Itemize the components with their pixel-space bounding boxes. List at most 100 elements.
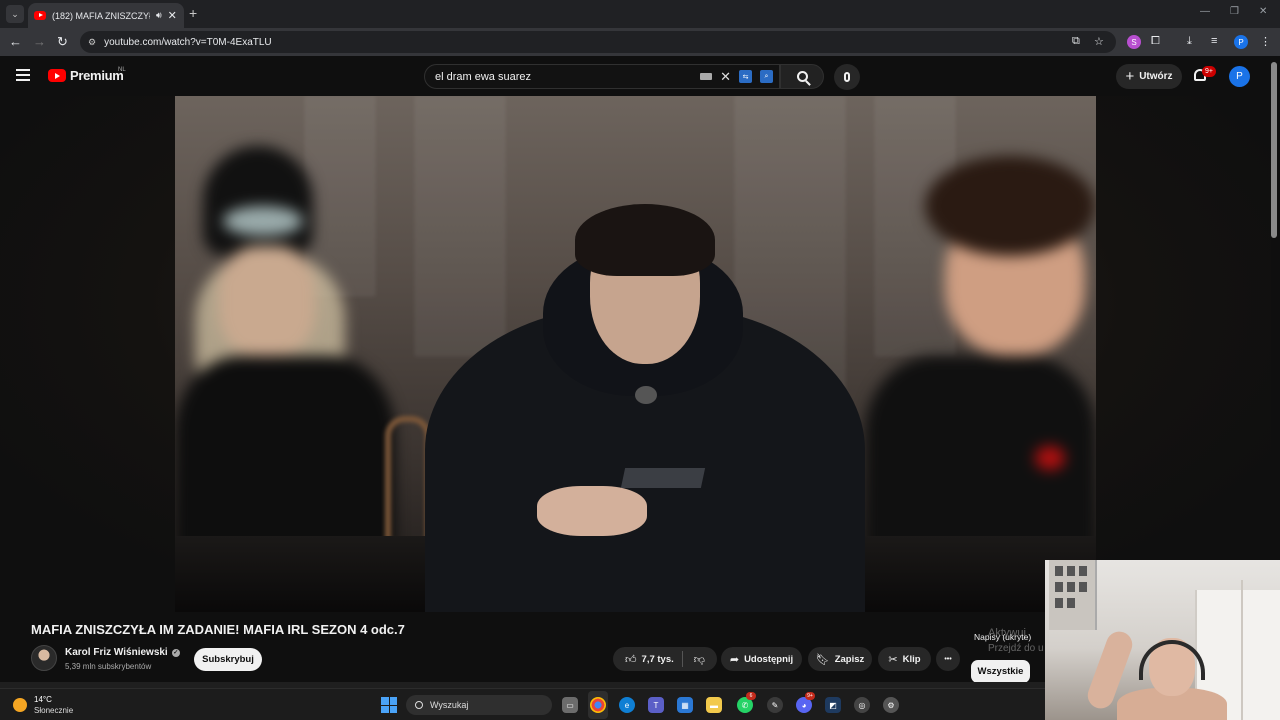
- site-settings-icon[interactable]: ⚙︎: [88, 37, 96, 48]
- center-person: [425, 156, 865, 612]
- forward-icon[interactable]: →: [33, 34, 46, 49]
- speaker-icon[interactable]: 🔊︎: [156, 10, 162, 21]
- clear-search-icon[interactable]: ✕: [720, 69, 731, 85]
- settings-gear-icon[interactable]: ⚙: [883, 697, 899, 713]
- task-view-icon[interactable]: ▭: [562, 697, 578, 713]
- microphone-icon: [844, 72, 850, 82]
- save-button[interactable]: 🔖︎ Zapisz: [808, 647, 872, 671]
- notifications-badge: 9+: [1202, 66, 1216, 77]
- youtube-play-icon: [48, 69, 66, 82]
- account-avatar[interactable]: P: [1229, 66, 1250, 87]
- like-button[interactable]: 👍︎ 7,7 tys.: [625, 651, 683, 667]
- webcam-overlay: [1045, 560, 1280, 720]
- teams-icon[interactable]: T: [648, 697, 664, 713]
- thumbs-up-icon: 👍︎: [625, 653, 637, 666]
- share-button[interactable]: ➦ Udostępnij: [721, 647, 802, 671]
- download-icon[interactable]: ⤓: [1187, 35, 1192, 48]
- channel-avatar[interactable]: [31, 645, 57, 671]
- sun-icon[interactable]: [13, 698, 27, 712]
- chrome-icon[interactable]: [590, 697, 606, 713]
- shelf: [1049, 560, 1097, 630]
- back-icon[interactable]: ←: [9, 34, 22, 49]
- headset-icon: [1139, 640, 1205, 680]
- chevron-down-icon: ⌄: [11, 8, 19, 19]
- media-control-icon[interactable]: ≡: [1211, 35, 1217, 47]
- share-label: Udostępnij: [744, 653, 794, 665]
- weather-temperature[interactable]: 14°C: [34, 695, 52, 704]
- plus-icon: +: [1125, 68, 1135, 85]
- subscriber-count: 5,39 mln subskrybentów: [65, 662, 152, 671]
- video-frame[interactable]: [175, 96, 1096, 612]
- plus-icon[interactable]: +: [189, 5, 197, 21]
- verified-check-icon: ✓: [171, 648, 180, 657]
- hamburger-menu-icon[interactable]: [16, 69, 30, 81]
- bookmark-star-icon[interactable]: ☆: [1094, 35, 1104, 48]
- feather-app-icon[interactable]: ✎: [767, 697, 783, 713]
- install-app-icon[interactable]: ⧉: [1072, 35, 1080, 48]
- youtube-masthead: Premium NL el dram ewa suarez ✕ ⇆ ⌕ + Ut…: [0, 56, 1280, 96]
- more-actions-button[interactable]: •••: [936, 647, 960, 671]
- voice-search-button[interactable]: [834, 64, 860, 90]
- browser-tab-bar: ⌄ (182) MAFIA ZNISZCZYŁA IM ZADANIE! MAF…: [0, 0, 1280, 28]
- address-bar[interactable]: ⚙︎ youtube.com/watch?v=T0M-4ExaTLU: [80, 31, 1116, 53]
- dislike-button[interactable]: 👎︎: [688, 653, 705, 666]
- share-arrow-icon: ➦: [729, 653, 740, 666]
- translate-extension-icon[interactable]: ⇆: [739, 70, 752, 83]
- chip-all[interactable]: Wszystkie: [971, 660, 1030, 683]
- search-icon: [796, 71, 808, 82]
- keyboard-icon[interactable]: [700, 73, 713, 80]
- profile-icon[interactable]: P: [1234, 35, 1248, 49]
- youtube-logo[interactable]: Premium: [48, 68, 124, 83]
- create-label: Utwórz: [1139, 71, 1173, 82]
- obs-icon[interactable]: ◎: [854, 697, 870, 713]
- streamer: [1084, 620, 1227, 720]
- tab-title: (182) MAFIA ZNISZCZYŁA IM ZADANIE! MAFIA…: [52, 10, 150, 21]
- video-title: MAFIA ZNISZCZYŁA IM ZADANIE! MAFIA IRL S…: [31, 622, 405, 637]
- clip-button[interactable]: ✂ Klip: [878, 647, 931, 671]
- wardrobe-seam: [1241, 580, 1243, 720]
- weather-description: Słonecznie: [34, 706, 74, 715]
- close-window-icon[interactable]: ✕: [1259, 6, 1267, 17]
- save-label: Zapisz: [834, 653, 865, 665]
- tab-search-button[interactable]: ⌄: [6, 5, 24, 23]
- search-query: el dram ewa suarez: [435, 70, 531, 83]
- activate-windows-watermark-line2: Przejdź do u: [988, 643, 1044, 654]
- video-player[interactable]: [0, 96, 1271, 612]
- taskbar-search-placeholder: Wyszukaj: [430, 700, 469, 710]
- kebab-menu-icon[interactable]: ⋮: [1260, 35, 1271, 48]
- page-scrollbar[interactable]: [1271, 62, 1277, 238]
- youtube-favicon-icon: [34, 11, 46, 20]
- search-icon: [415, 701, 423, 709]
- clip-label: Klip: [902, 653, 921, 665]
- minimize-icon[interactable]: —: [1200, 6, 1210, 17]
- extensions-puzzle-icon[interactable]: ⧠: [1151, 35, 1160, 48]
- channel-name-text: Karol Friz Wiśniewski: [65, 647, 168, 658]
- capture-app-icon[interactable]: ◩: [825, 697, 841, 713]
- extension-icon[interactable]: S: [1127, 35, 1141, 49]
- url-text: youtube.com/watch?v=T0M-4ExaTLU: [104, 36, 272, 48]
- search-button[interactable]: [780, 64, 824, 89]
- windows-start-icon[interactable]: [381, 697, 397, 713]
- discord-badge: 9+: [805, 692, 815, 700]
- search-input[interactable]: el dram ewa suarez ✕ ⇆ ⌕: [424, 64, 780, 89]
- subtitles-tooltip: Napisy (ukryte): [974, 632, 1032, 642]
- taskbar-search[interactable]: Wyszukaj: [406, 695, 552, 715]
- whatsapp-badge: 6: [746, 692, 756, 700]
- store-icon[interactable]: ▦: [677, 697, 693, 713]
- like-count: 7,7 tys.: [641, 653, 674, 665]
- bookmark-icon: 🔖︎: [815, 653, 830, 666]
- subscribe-button[interactable]: Subskrybuj: [194, 648, 262, 671]
- file-explorer-icon[interactable]: ▬: [706, 697, 722, 713]
- close-tab-icon[interactable]: ✕: [168, 9, 177, 22]
- restore-icon[interactable]: ❐: [1230, 6, 1239, 17]
- lens-extension-icon[interactable]: ⌕: [760, 70, 773, 83]
- channel-name[interactable]: Karol Friz Wiśniewski ✓: [65, 647, 180, 658]
- browser-toolbar: ← → ↻ ⚙︎ youtube.com/watch?v=T0M-4ExaTLU…: [0, 28, 1280, 56]
- more-icon: •••: [944, 655, 952, 663]
- region-code: NL: [118, 67, 126, 73]
- create-button[interactable]: + Utwórz: [1116, 64, 1182, 89]
- reload-icon[interactable]: ↻: [57, 34, 68, 50]
- browser-tab[interactable]: (182) MAFIA ZNISZCZYŁA IM ZADANIE! MAFIA…: [28, 3, 184, 28]
- edge-icon[interactable]: e: [619, 697, 635, 713]
- logo-text: Premium: [70, 68, 124, 83]
